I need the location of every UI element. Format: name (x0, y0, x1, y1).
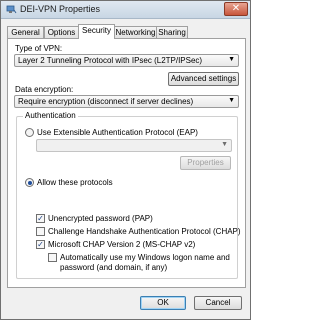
tab-security[interactable]: Security (78, 24, 115, 39)
title-bar[interactable]: DEI-VPN Properties ✕ (1, 1, 250, 19)
tab-networking[interactable]: Networking (114, 26, 157, 38)
data-encryption-value: Require encryption (disconnect if server… (18, 97, 194, 106)
properties-dialog: DEI-VPN Properties ✕ General Options Sec… (0, 0, 251, 320)
eap-method-select[interactable]: ▼ (36, 139, 232, 152)
auto-logon-checkbox[interactable] (48, 253, 57, 262)
chap-checkbox[interactable] (36, 227, 45, 236)
pap-label[interactable]: Unencrypted password (PAP) (48, 214, 153, 223)
chevron-down-icon: ▼ (228, 97, 235, 104)
ok-button[interactable]: OK (140, 296, 186, 310)
vpn-type-value: Layer 2 Tunneling Protocol with IPsec (L… (18, 56, 203, 65)
tab-sharing[interactable]: Sharing (156, 26, 188, 38)
auto-logon-label-line1[interactable]: Automatically use my Windows logon name … (60, 253, 230, 262)
mschapv2-checkbox[interactable]: ✓ (36, 240, 45, 249)
auto-logon-label-line2[interactable]: password (and domain, if any) (60, 263, 167, 272)
network-connection-icon (6, 4, 17, 15)
data-encryption-select[interactable]: Require encryption (disconnect if server… (14, 95, 239, 108)
mschapv2-label[interactable]: Microsoft CHAP Version 2 (MS-CHAP v2) (48, 240, 195, 249)
data-encryption-label: Data encryption: (15, 85, 74, 94)
eap-radio-label[interactable]: Use Extensible Authentication Protocol (… (37, 128, 198, 137)
authentication-group-title: Authentication (23, 111, 78, 120)
allow-protocols-radio[interactable] (25, 178, 34, 187)
tab-general[interactable]: General (7, 26, 44, 38)
cancel-button[interactable]: Cancel (194, 296, 242, 310)
eap-radio[interactable] (25, 128, 34, 137)
vpn-type-label: Type of VPN: (15, 44, 63, 53)
chevron-down-icon: ▼ (221, 141, 228, 148)
chap-label[interactable]: Challenge Handshake Authentication Proto… (48, 227, 241, 236)
chevron-down-icon: ▼ (228, 56, 235, 63)
tab-options[interactable]: Options (44, 26, 79, 38)
advanced-settings-button[interactable]: Advanced settings (168, 72, 239, 86)
close-button[interactable]: ✕ (224, 2, 248, 16)
properties-button[interactable]: Properties (180, 156, 231, 170)
security-panel: Type of VPN: Layer 2 Tunneling Protocol … (7, 38, 246, 288)
pap-checkbox[interactable]: ✓ (36, 214, 45, 223)
window-title: DEI-VPN Properties (20, 4, 101, 14)
allow-protocols-label[interactable]: Allow these protocols (37, 178, 113, 187)
vpn-type-select[interactable]: Layer 2 Tunneling Protocol with IPsec (L… (14, 54, 239, 67)
